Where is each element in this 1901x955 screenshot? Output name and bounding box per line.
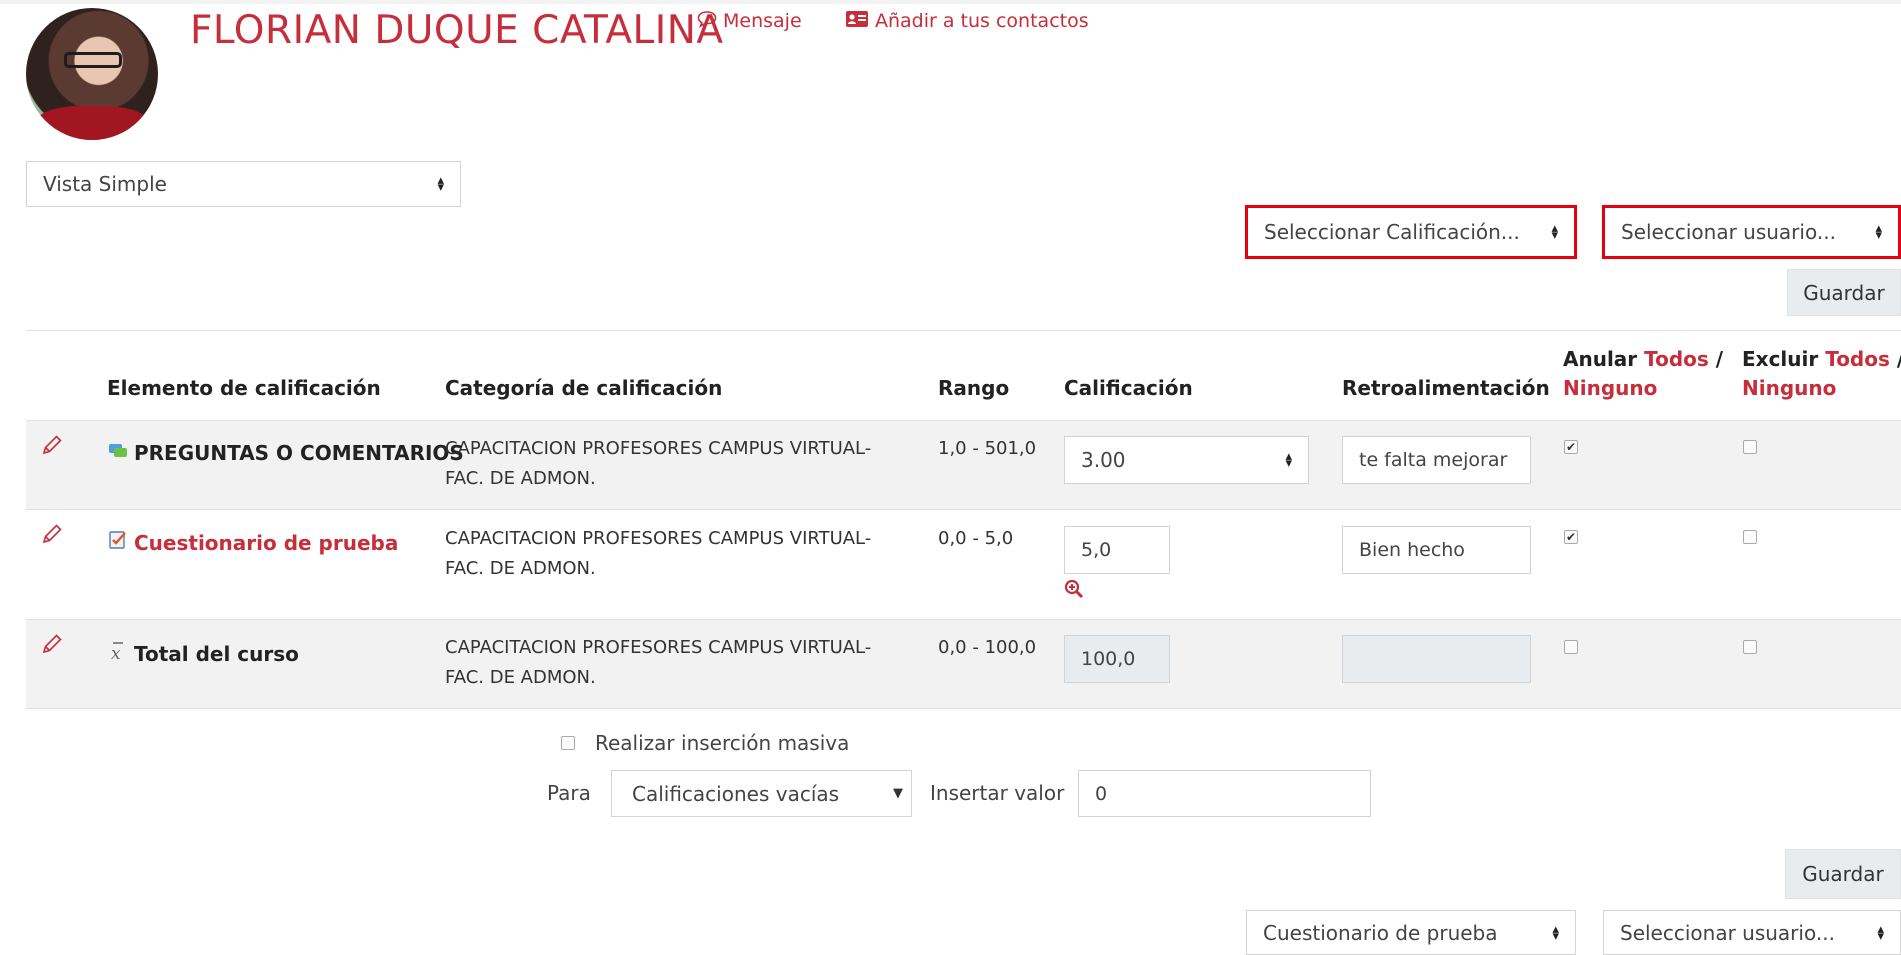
category-line-1: CAPACITACION PROFESORES CAMPUS VIRTUAL- xyxy=(445,637,872,658)
category-line-2: FAC. DE ADMON. xyxy=(445,667,596,688)
select-arrows-icon: ▴ ▾ xyxy=(1875,221,1882,243)
row-divider xyxy=(26,708,1901,709)
quiz-link[interactable]: Cuestionario de prueba xyxy=(134,531,398,555)
header-category: Categoría de calificación xyxy=(445,376,723,400)
override-checkbox[interactable]: ✔ xyxy=(1564,440,1578,454)
pencil-icon[interactable] xyxy=(40,632,64,662)
forum-icon xyxy=(108,441,128,465)
override-checkbox[interactable] xyxy=(1564,640,1578,654)
avatar-shirt xyxy=(36,106,148,140)
header-exclude: Excluir Todos / xyxy=(1742,347,1901,371)
header-range: Rango xyxy=(938,376,1010,400)
bottom-user-select-value: Seleccionar usuario... xyxy=(1620,920,1835,945)
override-all-link[interactable]: Todos xyxy=(1644,347,1709,371)
address-card-icon xyxy=(845,10,869,33)
category-line-2: FAC. DE ADMON. xyxy=(445,558,596,579)
category-line-1: CAPACITACION PROFESORES CAMPUS VIRTUAL- xyxy=(445,528,872,549)
save-button-bottom[interactable]: Guardar xyxy=(1785,849,1901,899)
for-label: Para xyxy=(547,781,591,805)
header-override-label: Anular xyxy=(1563,347,1638,371)
bottom-grade-item-select-value: Cuestionario de prueba xyxy=(1263,920,1498,945)
override-checkbox[interactable]: ✔ xyxy=(1564,530,1578,544)
save-button-top[interactable]: Guardar xyxy=(1787,269,1901,316)
header-slash: / xyxy=(1897,347,1901,371)
override-none-link[interactable]: Ninguno xyxy=(1563,376,1657,400)
quiz-icon xyxy=(108,530,128,555)
header-item: Elemento de calificación xyxy=(107,376,381,400)
insert-value-label: Insertar valor xyxy=(930,781,1065,805)
grade-item-row-1: PREGUNTAS O COMENTARIOS xyxy=(108,441,464,465)
bulk-insert-label: Realizar inserción masiva xyxy=(595,731,850,755)
header-feedback: Retroalimentación xyxy=(1342,376,1550,400)
view-mode-select[interactable]: Vista Simple ▴ ▾ xyxy=(26,161,461,207)
row-divider xyxy=(26,509,1901,510)
bulk-for-select-value: Calificaciones vacías xyxy=(632,781,840,806)
header-override: Anular Todos / xyxy=(1563,347,1723,371)
grade-item-row-3: x Total del curso xyxy=(108,639,299,668)
view-mode-select-value: Vista Simple xyxy=(43,172,167,196)
avatar xyxy=(26,8,158,140)
user-name: FLORIAN DUQUE CATALINA xyxy=(190,8,724,53)
grade-select[interactable]: 3.00 ▴ ▾ xyxy=(1064,436,1309,484)
range-cell: 0,0 - 5,0 xyxy=(938,528,1014,549)
message-label: Mensaje xyxy=(723,10,802,32)
exclude-checkbox[interactable] xyxy=(1743,640,1757,654)
select-arrows-icon: ▴ ▾ xyxy=(437,173,444,195)
x-bar-mean-icon: x xyxy=(108,639,128,668)
pencil-icon[interactable] xyxy=(40,433,64,463)
grade-item-title: PREGUNTAS O COMENTARIOS xyxy=(134,441,464,465)
select-arrows-icon: ▴ ▾ xyxy=(1877,921,1884,944)
zoom-in-icon[interactable] xyxy=(1064,579,1084,604)
pencil-icon[interactable] xyxy=(40,522,64,552)
message-link[interactable]: Mensaje xyxy=(697,10,802,33)
top-bar xyxy=(0,0,1901,4)
avatar-glasses xyxy=(64,52,122,68)
divider xyxy=(26,330,1901,331)
grade-item-select-value: Seleccionar Calificación... xyxy=(1264,220,1520,244)
bottom-grade-item-select[interactable]: Cuestionario de prueba ▴ ▾ xyxy=(1246,910,1576,955)
bulk-insert-checkbox[interactable] xyxy=(561,736,575,750)
speech-bubble-icon xyxy=(697,10,717,33)
select-arrows-icon: ▴ ▾ xyxy=(1551,221,1558,243)
add-contact-label: Añadir a tus contactos xyxy=(875,10,1089,32)
category-line-2: FAC. DE ADMON. xyxy=(445,468,596,489)
select-arrows-icon: ▴ ▾ xyxy=(1552,921,1559,944)
user-select-value: Seleccionar usuario... xyxy=(1621,220,1836,244)
svg-text:x: x xyxy=(111,644,121,663)
category-cell: CAPACITACION PROFESORES CAMPUS VIRTUAL- … xyxy=(445,524,871,584)
dropdown-arrow-icon: ▼ xyxy=(893,786,903,801)
exclude-none-link[interactable]: Ninguno xyxy=(1742,376,1836,400)
header-exclude-label: Excluir xyxy=(1742,347,1819,371)
bulk-for-select[interactable]: Calificaciones vacías ▼ xyxy=(611,770,912,817)
exclude-all-link[interactable]: Todos xyxy=(1825,347,1890,371)
range-cell: 0,0 - 100,0 xyxy=(938,637,1037,658)
grade-select-value: 3.00 xyxy=(1081,448,1126,472)
category-cell: CAPACITACION PROFESORES CAMPUS VIRTUAL- … xyxy=(445,434,871,494)
exclude-checkbox[interactable] xyxy=(1743,440,1757,454)
header-slash: / xyxy=(1715,347,1724,371)
user-select[interactable]: Seleccionar usuario... ▴ ▾ xyxy=(1602,205,1901,259)
insert-value-input[interactable]: 0 xyxy=(1078,770,1371,817)
grade-input-disabled: 100,0 xyxy=(1064,635,1170,683)
feedback-input[interactable]: Bien hecho xyxy=(1342,526,1531,574)
bottom-user-select[interactable]: Seleccionar usuario... ▴ ▾ xyxy=(1603,910,1901,955)
add-contact-link[interactable]: Añadir a tus contactos xyxy=(845,10,1089,33)
grade-item-row-2: Cuestionario de prueba xyxy=(108,530,398,555)
header-grade: Calificación xyxy=(1064,376,1193,400)
exclude-checkbox[interactable] xyxy=(1743,530,1757,544)
feedback-input-disabled xyxy=(1342,635,1531,683)
grade-item-title: Total del curso xyxy=(134,641,299,666)
grade-item-select[interactable]: Seleccionar Calificación... ▴ ▾ xyxy=(1245,205,1577,259)
feedback-input[interactable]: te falta mejorar xyxy=(1342,436,1531,484)
grade-input[interactable]: 5,0 xyxy=(1064,526,1170,574)
category-line-1: CAPACITACION PROFESORES CAMPUS VIRTUAL- xyxy=(445,438,872,459)
select-arrows-icon: ▴ ▾ xyxy=(1285,449,1292,471)
range-cell: 1,0 - 501,0 xyxy=(938,438,1037,459)
category-cell: CAPACITACION PROFESORES CAMPUS VIRTUAL- … xyxy=(445,633,871,693)
